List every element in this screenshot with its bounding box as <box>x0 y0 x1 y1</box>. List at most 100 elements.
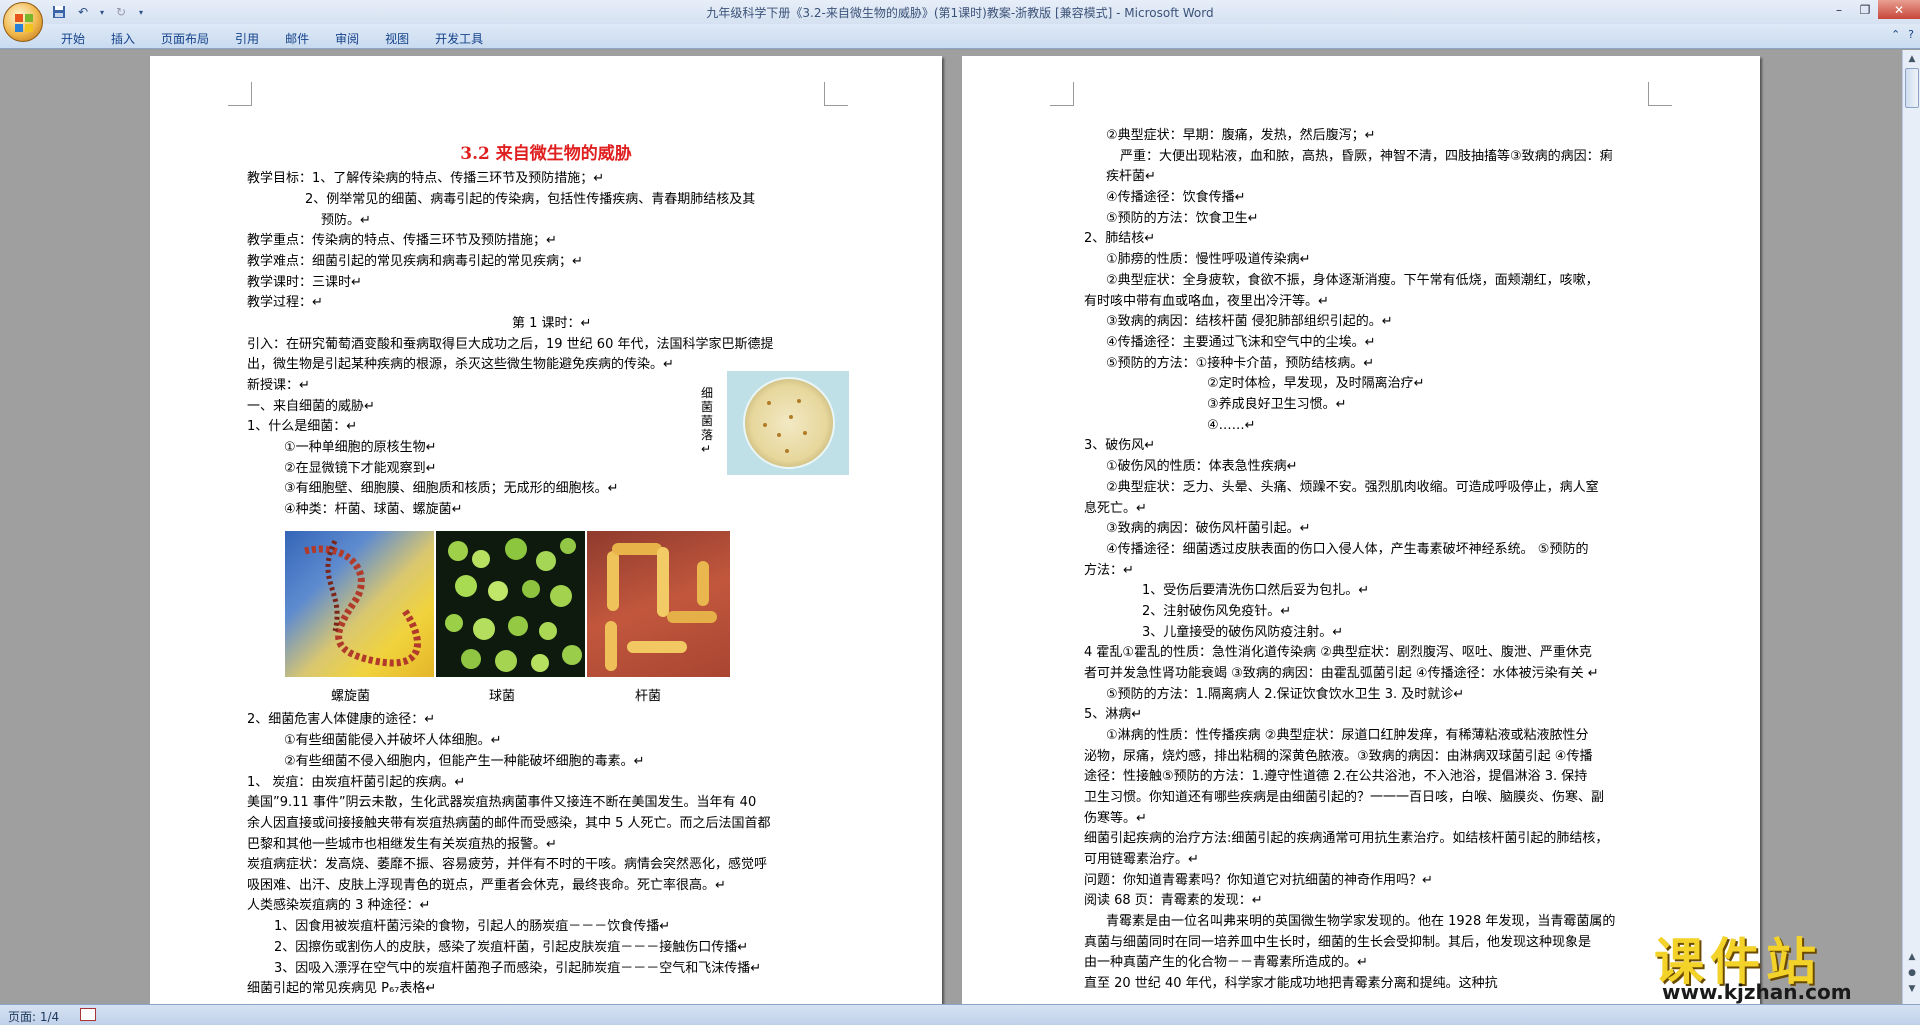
office-logo-icon <box>15 14 33 32</box>
left-line-9: 引入：在研究葡萄酒变酸和蚕病取得巨大成功之后，19 世纪 60 年代，法国科学家… <box>247 337 774 352</box>
left-line-17: ④种类：杆菌、球菌、螺旋菌↵ <box>284 502 463 517</box>
right-line-8: ②典型症状：全身疲软，食欲不振，身体逐渐消瘦。下午常有低烧，面颊潮红，咳嗽， <box>1106 273 1599 288</box>
right-line-38: 阅读 68 页：青霉素的发现：↵ <box>1084 893 1263 908</box>
crop-mark-top-right <box>1648 82 1672 106</box>
title-bar: ↶ ▾ ↻ ▾ 九年级科学下册《3.2-来自微生物的威胁》(第1课时)教案-浙教… <box>0 0 1920 24</box>
left-line-28: 1、因食用被炭疽杆菌污染的食物，引起人的肠炭疽－－－饮食传播↵ <box>274 919 671 934</box>
left-line-18: 2、细菌危害人体健康的途径：↵ <box>247 712 436 727</box>
right-line-34: 伤寒等。↵ <box>1084 811 1147 826</box>
petri-dish-caption: 细菌菌落↵ <box>701 386 714 456</box>
page-2[interactable]: ②典型症状：早期：腹痛，发热，然后腹泻；↵ 严重：大便出现粘液，血和脓，高热，昏… <box>962 56 1760 1004</box>
tab-mailings[interactable]: 邮件 <box>272 28 322 47</box>
left-line-24: 巴黎和其他一些城市也相继发生有关炭疽热的报警。↵ <box>247 837 557 852</box>
cocci-caption: 球菌 <box>489 689 516 704</box>
left-line-16: ③有细胞壁、细胞膜、细胞质和核质；无成形的细胞核。↵ <box>284 481 619 496</box>
right-line-6: 2、肺结核↵ <box>1084 231 1156 246</box>
left-line-11: 新授课：↵ <box>247 378 310 393</box>
right-line-2: 严重：大便出现粘液，血和脓，高热，昏厥，神智不清，四肢抽搐等③致病的病因：痢 <box>1120 149 1613 164</box>
colony-dot <box>777 433 781 437</box>
right-line-28: ⑤预防的方法：1.隔离病人 2.保证饮食饮水卫生 3. 及时就诊↵ <box>1106 687 1465 702</box>
right-line-29: 5、淋病↵ <box>1084 707 1143 722</box>
right-line-18: ②典型症状：乏力、头晕、头痛、烦躁不安。强烈肌肉收缩。可造成呼吸停止，病人窒 <box>1106 480 1599 495</box>
document-area[interactable]: 3.2 来自微生物的威胁 教学目标：1、了解传染病的特点、传播三环节及预防措施；… <box>0 50 1902 1004</box>
colony-dot <box>789 415 793 419</box>
page-1[interactable]: 3.2 来自微生物的威胁 教学目标：1、了解传染病的特点、传播三环节及预防措施；… <box>150 56 942 1004</box>
tab-page-layout[interactable]: 页面布局 <box>148 28 222 47</box>
crop-mark-top-right <box>824 82 848 106</box>
left-line-15: ②在显微镜下才能观察到↵ <box>284 461 437 476</box>
right-line-39: 青霉素是由一位名叫弗来明的英国微生物学家发现的。他在 1928 年发现，当青霉菌… <box>1106 914 1616 929</box>
site-watermark: 课件站 www.kjzhan.com <box>1648 920 1918 1005</box>
right-line-40: 真菌与细菌同时在同一培养皿中生长时，细菌的生长会受抑制。其后，他发现这种现象是 <box>1084 935 1592 950</box>
help-icon[interactable]: ? <box>1908 28 1914 41</box>
close-icon[interactable]: ✕ <box>1878 0 1920 19</box>
right-line-20: ③致病的病因：破伤风杆菌引起。↵ <box>1106 521 1311 536</box>
left-line-30: 3、因吸入漂浮在空气中的炭疽杆菌孢子而感染，引起肺炭疽－－－空气和飞沫传播↵ <box>274 961 762 976</box>
spiral-bacteria-image <box>285 531 434 677</box>
scroll-up-icon[interactable]: ▲ <box>1905 52 1919 66</box>
office-button[interactable] <box>3 2 43 42</box>
tab-home[interactable]: 开始 <box>48 28 98 47</box>
bacterial-colony-image <box>727 371 849 475</box>
status-bar: 页面: 1/4 <box>0 1004 1920 1025</box>
right-line-1: ②典型症状：早期：腹痛，发热，然后腹泻；↵ <box>1106 128 1376 143</box>
right-line-13: ②定时体检，早发现，及时隔离治疗↵ <box>1207 376 1425 391</box>
minimize-icon[interactable]: – <box>1826 0 1852 19</box>
right-line-21: ④传播途径：细菌透过皮肤表面的伤口入侵人体，产生毒素破坏神经系统。 ⑤预防的 <box>1106 542 1589 557</box>
left-line-21: 1、 炭疽：由炭疽杆菌引起的疾病。↵ <box>247 775 466 790</box>
right-line-11: ④传播途径：主要通过飞沫和空气中的尘埃。↵ <box>1106 335 1376 350</box>
right-line-27: 者可并发急性肾功能衰竭 ③致病的病因：由霍乱弧菌引起 ④传播途径：水体被污染有关… <box>1084 666 1599 681</box>
left-line-22: 美国”9.11 事件”阴云未散，生化武器炭疽热病菌事件又接连不断在美国发生。当年… <box>247 795 757 810</box>
maximize-icon[interactable]: ❐ <box>1852 0 1878 19</box>
left-line-14: ①一种单细胞的原核生物↵ <box>284 440 437 455</box>
window-title: 九年级科学下册《3.2-来自微生物的威胁》(第1课时)教案-浙教版 [兼容模式]… <box>706 6 1214 20</box>
tab-references[interactable]: 引用 <box>222 28 272 47</box>
right-line-4: ④传播途径：饮食传播↵ <box>1106 190 1246 205</box>
left-line-25: 炭疽病症状：发高烧、萎靡不振、容易疲劳，并伴有不时的干咳。病情会突然恶化，感觉呼 <box>247 857 768 872</box>
left-line-5: 教学难点：细菌引起的常见疾病和病毒引起的常见疾病；↵ <box>247 254 583 269</box>
watermark-url: www.kjzhan.com <box>1662 980 1852 1004</box>
right-line-32: 途径：性接触⑤预防的方法：1.遵守性道德 2.在公共浴池，不入池浴，提倡淋浴 3… <box>1084 769 1588 784</box>
tab-developer[interactable]: 开发工具 <box>422 28 496 47</box>
crop-mark-top-left <box>1050 82 1074 106</box>
ribbon-tabs: 开始 插入 页面布局 引用 邮件 审阅 视图 开发工具 <box>48 28 496 47</box>
right-line-37: 问题：你知道青霉素吗？你知道它对抗细菌的神奇作用吗？↵ <box>1084 873 1433 888</box>
ribbon-expand-icon[interactable]: ⌃ <box>1891 28 1900 41</box>
right-line-19: 息死亡。↵ <box>1084 501 1147 516</box>
right-line-30: ①淋病的性质：性传播疾病 ②典型症状：尿道口红肿发痒，有稀薄粘液或粘液脓性分 <box>1106 728 1589 743</box>
bacilli-caption: 杆菌 <box>635 689 662 704</box>
left-line-4: 教学重点：传染病的特点、传播三环节及预防措施；↵ <box>247 233 557 248</box>
right-line-3: 疾杆菌↵ <box>1106 169 1156 184</box>
vertical-scrollbar[interactable]: ▲ ▲ ● ▼ <box>1902 50 1920 1004</box>
right-line-5: ⑤预防的方法：饮食卫生↵ <box>1106 211 1259 226</box>
right-line-26: 4 霍乱①霍乱的性质：急性消化道传染病 ②典型症状：剧烈腹泻、呕吐、腹泄、严重休… <box>1084 645 1592 660</box>
left-line-23: 余人因直接或间接接触夹带有炭疽热病菌的邮件而受感染，其中 5 人死亡。而之后法国… <box>247 816 771 831</box>
colony-dot <box>797 399 801 403</box>
left-line-6: 教学课时：三课时↵ <box>247 275 362 290</box>
ribbon-right-controls: ⌃ ? <box>1891 28 1914 41</box>
ribbon: 开始 插入 页面布局 引用 邮件 审阅 视图 开发工具 ⌃ ? <box>0 24 1920 49</box>
right-line-7: ①肺痨的性质：慢性呼吸道传染病↵ <box>1106 252 1311 267</box>
right-line-17: ①破伤风的性质：体表急性疾病↵ <box>1106 459 1298 474</box>
spiral-caption: 螺旋菌 <box>331 689 371 704</box>
right-line-9: 有时咳中带有血或咯血，夜里出冷汗等。↵ <box>1084 294 1329 309</box>
page-indicator[interactable]: 页面: 1/4 <box>8 1008 59 1025</box>
crop-mark-top-left <box>228 82 252 106</box>
scroll-thumb[interactable] <box>1905 68 1919 108</box>
window-controls: – ❐ ✕ <box>1826 0 1920 19</box>
left-line-27: 人类感染炭疽病的 3 种途径：↵ <box>247 898 431 913</box>
right-line-24: 2、注射破伤风免疫针。↵ <box>1142 604 1292 619</box>
left-line-1: 教学目标：1、了解传染病的特点、传播三环节及预防措施；↵ <box>247 171 605 186</box>
tab-insert[interactable]: 插入 <box>98 28 148 47</box>
right-line-33: 卫生习惯。你知道还有哪些疾病是由细菌引起的？一一一百日咳，白喉、脑膜炎、伤寒、副 <box>1084 790 1605 805</box>
proofing-status-icon[interactable] <box>80 1008 96 1021</box>
colony-dot <box>803 431 807 435</box>
tab-view[interactable]: 视图 <box>372 28 422 47</box>
left-line-19: ①有些细菌能侵入并破坏人体细胞。↵ <box>284 733 502 748</box>
tab-review[interactable]: 审阅 <box>322 28 372 47</box>
right-line-15: ④……↵ <box>1207 418 1256 433</box>
cocci-bacteria-image <box>436 531 585 677</box>
right-line-35: 细菌引起疾病的治疗方法:细菌引起的疾病通常可用抗生素治疗。如结核杆菌引起的肺结核… <box>1084 831 1609 846</box>
right-line-14: ③养成良好卫生习惯。↵ <box>1207 397 1347 412</box>
left-line-8: 第 1 课时：↵ <box>512 316 592 331</box>
